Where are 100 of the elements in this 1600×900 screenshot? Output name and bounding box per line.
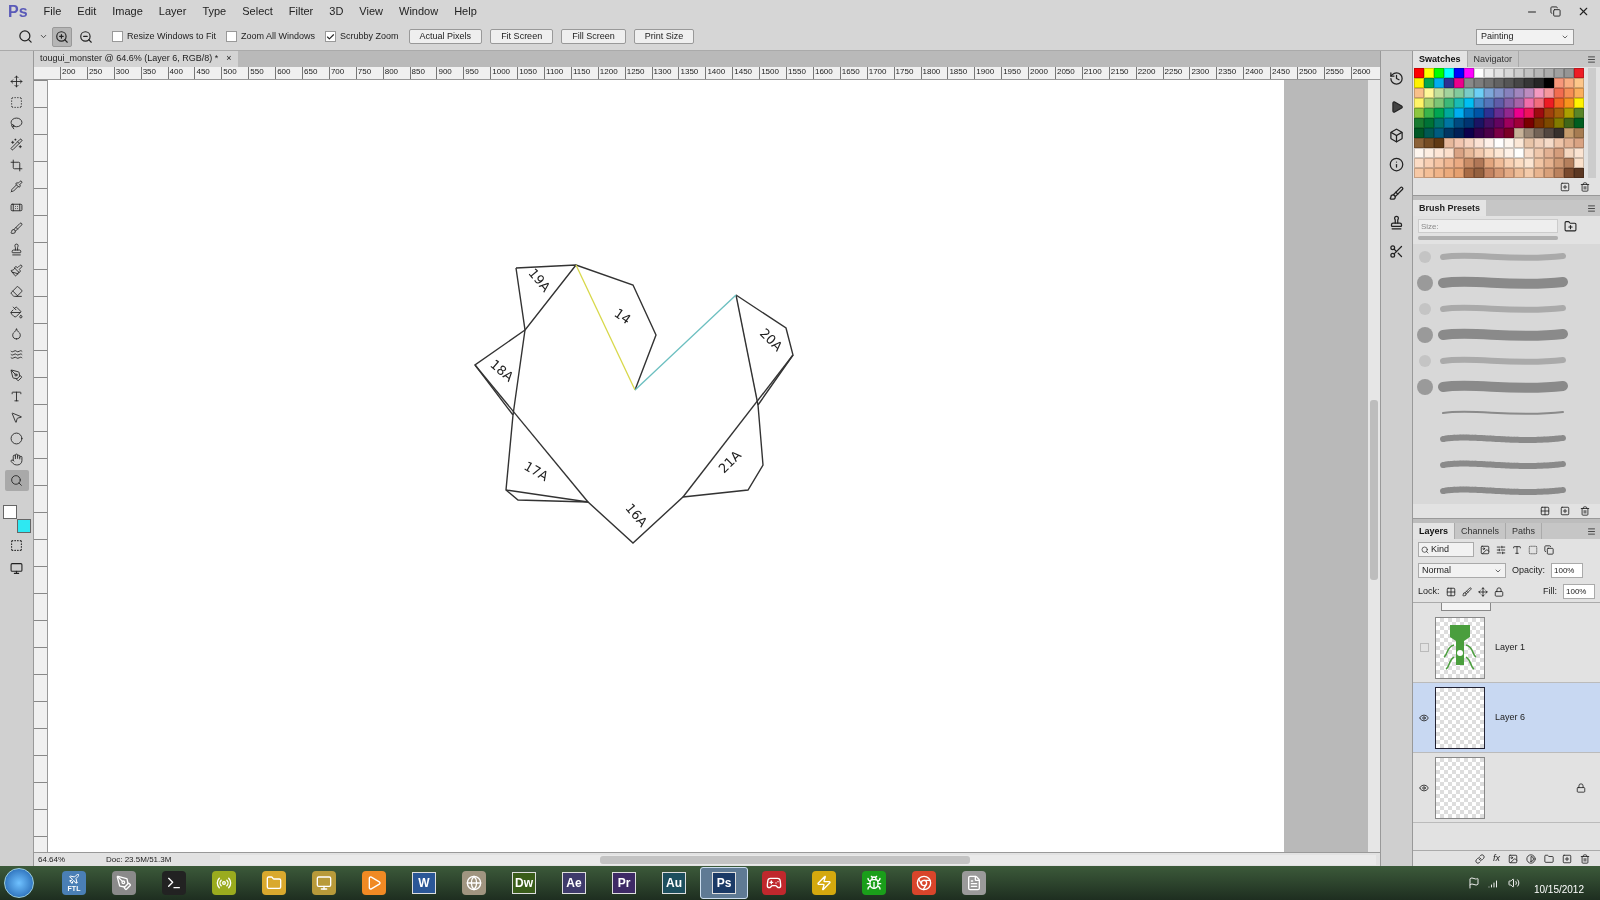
ruler-number: 2150	[1108, 67, 1136, 79]
sketch-label: 17A	[521, 458, 551, 484]
document-title: tougui_monster @ 64.6% (Layer 6, RGB/8) *	[40, 52, 219, 66]
ruler-number: 600	[275, 67, 302, 79]
menu-item[interactable]: 3D	[321, 3, 352, 20]
ruler-number: 750	[355, 67, 383, 79]
ruler-number: 1150	[570, 67, 598, 79]
ruler-number: 1550	[786, 67, 813, 79]
menu-item[interactable]: Image	[104, 3, 151, 20]
ruler-number: 1000	[490, 67, 518, 79]
menu-item[interactable]: Layer	[150, 3, 195, 20]
opacity-field[interactable]: 100%	[1551, 563, 1583, 578]
menu-item[interactable]: View	[351, 3, 391, 20]
close-tab-button[interactable]: ×	[226, 52, 232, 66]
ruler-number: 1400	[705, 67, 733, 79]
ruler-number: 400	[167, 67, 195, 79]
ruler-number: 2000	[1028, 67, 1055, 79]
ruler-number: 300	[113, 67, 141, 79]
checkbox-label: Scrubby Zoom	[340, 29, 399, 43]
menu-item[interactable]: Edit	[69, 3, 105, 20]
layer-row[interactable]: Layer 6	[1413, 683, 1600, 753]
ruler-number: 1800	[920, 67, 948, 79]
taskbar-app[interactable]: Ps	[700, 867, 748, 899]
menu-item[interactable]: Select	[234, 3, 281, 20]
option-button[interactable]: Fill Screen	[561, 29, 626, 44]
layer-name: Layer 6	[1495, 710, 1526, 724]
ruler-number: 1650	[839, 67, 867, 79]
menu-item[interactable]: Window	[391, 3, 447, 20]
sketch-label: 18A	[487, 356, 517, 385]
ruler-number: 1350	[678, 67, 706, 79]
ruler-number: 850	[409, 67, 437, 79]
ruler-number: 2450	[1270, 67, 1297, 79]
ruler-number: 2300	[1189, 67, 1217, 79]
panel-tab-title: Brush Presets	[1413, 200, 1487, 216]
taskbar-app[interactable]: Dw	[500, 867, 548, 899]
ruler-number: 2500	[1296, 67, 1324, 79]
ruler-number: 1250	[624, 67, 652, 79]
panel-tab[interactable]: Layers	[1413, 523, 1456, 539]
checkbox-label: Zoom All Windows	[241, 29, 316, 43]
size-field[interactable]: Size:	[1418, 219, 1558, 233]
ruler-number: 1750	[893, 67, 921, 79]
app-tile: Ps	[712, 872, 736, 894]
sketch-label: 14	[611, 305, 634, 328]
ruler-number: 2600	[1350, 67, 1378, 79]
taskbar-app[interactable]: Pr	[600, 867, 648, 899]
ruler-number: 2050	[1054, 67, 1082, 79]
ruler-number: 2350	[1216, 67, 1244, 79]
ruler-number: 2400	[1243, 67, 1271, 79]
app-tile: Ae	[562, 872, 586, 894]
option-button[interactable]: Actual Pixels	[408, 29, 483, 44]
taskbar-app[interactable]: W	[400, 867, 448, 899]
workspace-label: Painting	[1481, 29, 1514, 43]
document-tab[interactable]: tougui_monster @ 64.6% (Layer 6, RGB/8) * ×	[34, 51, 238, 67]
ruler-number: 650	[302, 67, 329, 79]
blend-mode-label: Normal	[1422, 563, 1451, 577]
ruler-number: 250	[86, 67, 114, 79]
document-size: Doc: 23.5M/51.3M	[105, 853, 173, 866]
ruler-number: 1050	[517, 67, 545, 79]
ruler-number: 1450	[732, 67, 760, 79]
ruler-number: 1700	[866, 67, 894, 79]
panel-tab[interactable]: Swatches	[1413, 51, 1468, 67]
ruler-number: 1100	[544, 67, 571, 79]
ruler-number: 500	[221, 67, 249, 79]
taskbar-date[interactable]: 10/15/2012	[1533, 881, 1584, 897]
ruler-number: 1950	[1001, 67, 1029, 79]
taskbar-app[interactable]: Au	[650, 867, 698, 899]
layer-row[interactable]: Layer 1	[1413, 613, 1600, 683]
menu-item[interactable]: Type	[194, 3, 235, 20]
filter-dropdown[interactable]: Kind	[1418, 542, 1474, 557]
menu-item[interactable]: Help	[446, 3, 485, 20]
ruler-number: 550	[248, 67, 276, 79]
fill-field[interactable]: 100%	[1563, 584, 1595, 599]
fx-icon[interactable]: fx	[1493, 851, 1500, 866]
ruler-number: 800	[382, 67, 410, 79]
workspace-dropdown[interactable]: Painting	[1476, 28, 1574, 45]
sketch-label: 21A	[715, 447, 745, 477]
blend-mode-dropdown[interactable]: Normal	[1418, 563, 1506, 578]
menu-item[interactable]: File	[35, 3, 70, 20]
checkbox-label: Resize Windows to Fit	[127, 29, 217, 43]
layer-name: Layer 1	[1495, 640, 1526, 654]
lock-label: Lock:	[1418, 584, 1440, 598]
app-tile: Dw	[512, 872, 536, 894]
ruler-number: 2200	[1135, 67, 1163, 79]
ruler-number: 2550	[1323, 67, 1351, 79]
app-tile: Au	[662, 872, 686, 894]
ruler-number: 1200	[597, 67, 625, 79]
ruler-number: 1850	[947, 67, 975, 79]
app-tile: W	[412, 872, 436, 894]
zoom-level: 64.64%	[38, 853, 67, 866]
ruler-number: 1900	[974, 67, 1002, 79]
fill-label: Fill:	[1543, 584, 1557, 598]
filter-label: Kind	[1431, 542, 1449, 556]
option-button[interactable]: Fit Screen	[490, 29, 554, 44]
ruler-number: 2250	[1162, 67, 1190, 79]
ruler-number: 200	[60, 67, 87, 79]
ruler-number: 350	[140, 67, 168, 79]
ruler-number: 1300	[651, 67, 679, 79]
menu-item[interactable]: Filter	[280, 3, 322, 20]
taskbar-app[interactable]: Ae	[550, 867, 598, 899]
option-button[interactable]: Print Size	[633, 29, 695, 44]
